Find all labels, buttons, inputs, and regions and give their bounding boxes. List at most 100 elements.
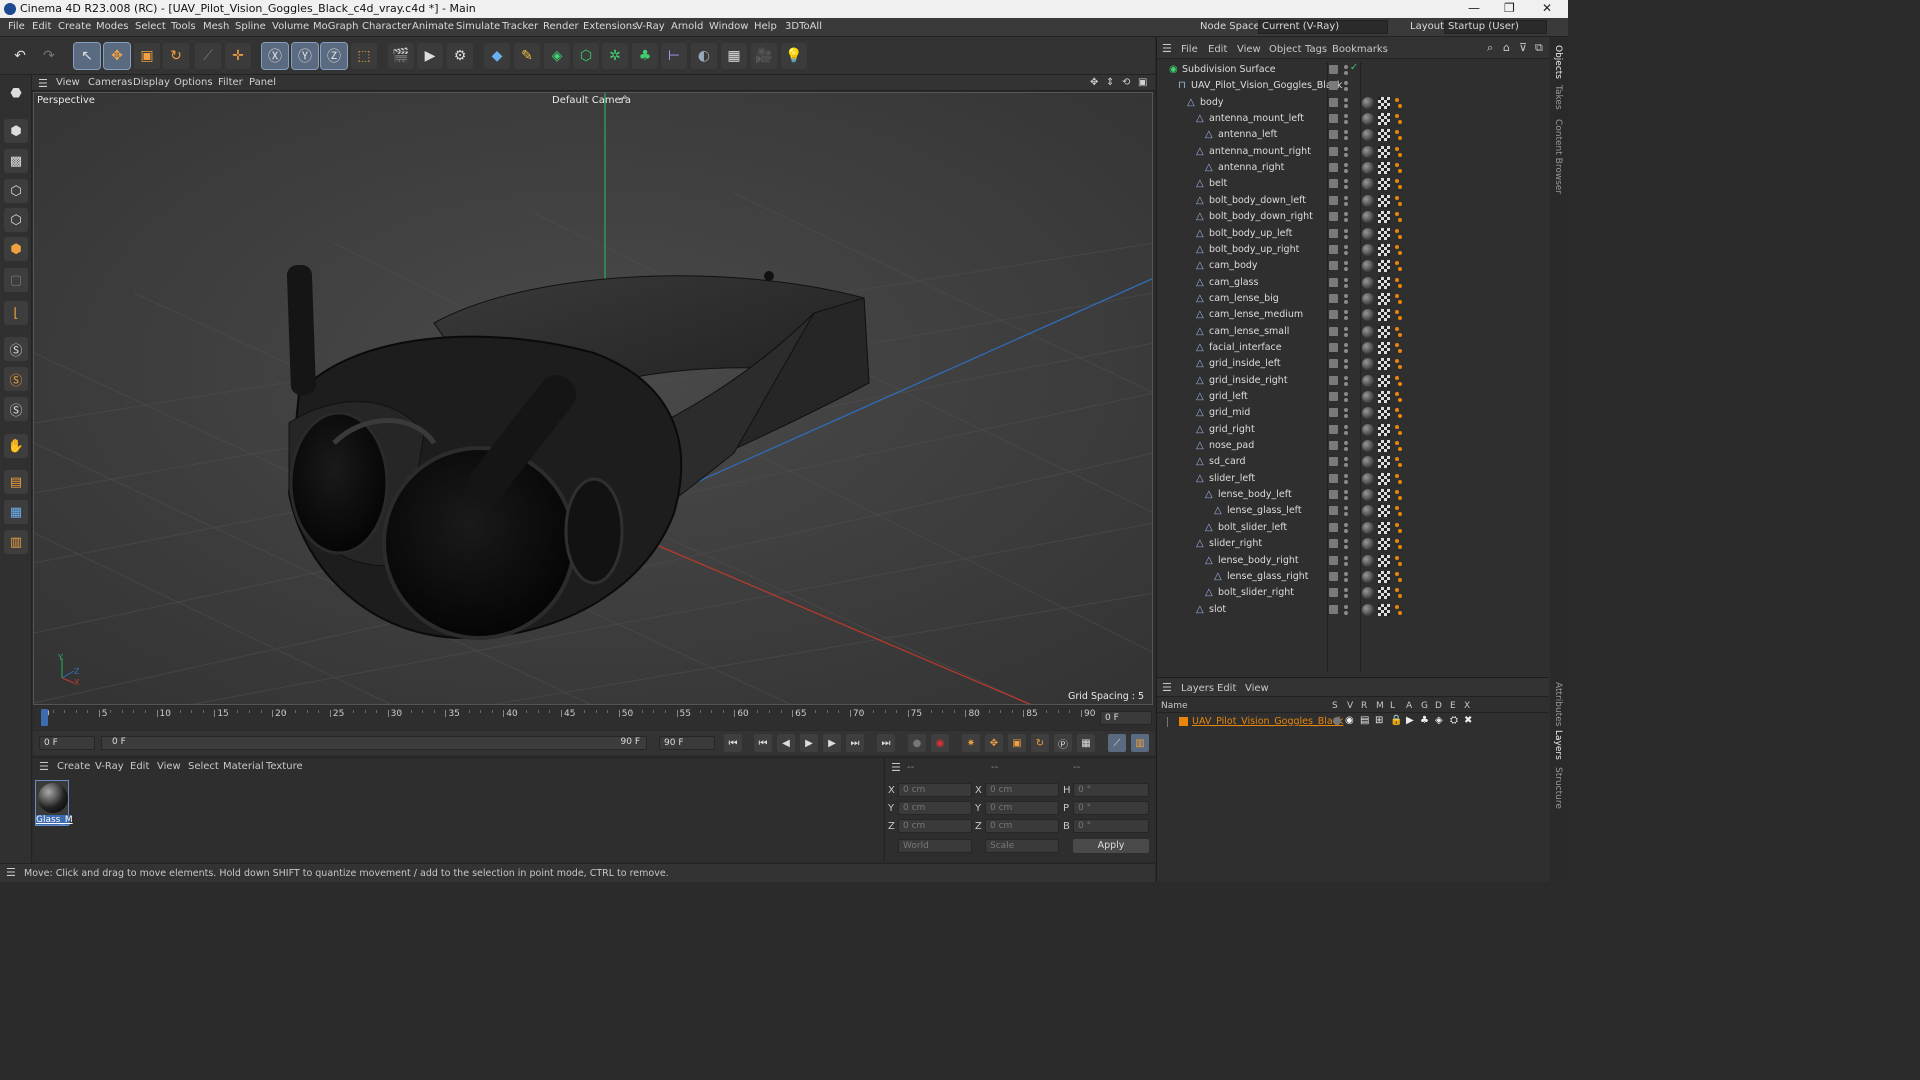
- object-name[interactable]: grid_right: [1209, 424, 1255, 435]
- mat-menu-view[interactable]: View: [157, 761, 181, 772]
- object-name[interactable]: slot: [1209, 604, 1226, 615]
- object-name[interactable]: cam_lense_small: [1209, 326, 1289, 337]
- side-tab-takes[interactable]: Takes: [1553, 85, 1563, 110]
- object-name[interactable]: antenna_right: [1218, 162, 1284, 173]
- phong-tag-icon[interactable]: [1395, 375, 1403, 387]
- texture-tag-icon[interactable]: [1378, 162, 1390, 175]
- material-tag-icon[interactable]: [1362, 341, 1374, 354]
- phong-tag-icon[interactable]: [1395, 604, 1403, 616]
- move-tool-icon[interactable]: ✥: [103, 42, 131, 70]
- object-name[interactable]: lense_body_right: [1218, 555, 1299, 566]
- object-name[interactable]: lense_glass_left: [1227, 505, 1302, 516]
- model-mode-icon[interactable]: ⬢: [4, 119, 28, 143]
- prev-frame-icon[interactable]: ◀: [777, 734, 795, 752]
- mat-menu-create[interactable]: Create: [57, 761, 90, 772]
- node-space-dropdown[interactable]: Current (V-Ray): [1258, 20, 1388, 34]
- layer-indicator[interactable]: [1329, 228, 1338, 238]
- layer-indicator[interactable]: [1329, 342, 1338, 352]
- object-row[interactable]: △ bolt_body_down_left: [1157, 193, 1549, 209]
- status-hamburger-icon[interactable]: ☰: [6, 866, 16, 879]
- texture-tag-icon[interactable]: [1378, 243, 1390, 256]
- layer-indicator[interactable]: [1329, 506, 1338, 516]
- object-row[interactable]: △ antenna_mount_left: [1157, 111, 1549, 127]
- visibility-dots-icon[interactable]: [1344, 228, 1348, 240]
- object-row[interactable]: △ cam_glass: [1157, 275, 1549, 291]
- keyframe-selection-icon[interactable]: ✷: [962, 734, 980, 752]
- deformer-icon[interactable]: ♣: [632, 43, 658, 69]
- object-row[interactable]: △ sd_card: [1157, 454, 1549, 470]
- viewport-pan-icon[interactable]: ✥: [1090, 77, 1098, 88]
- render-view-icon[interactable]: ▶: [417, 43, 443, 69]
- phong-tag-icon[interactable]: [1395, 228, 1403, 240]
- material-tag-icon[interactable]: [1362, 129, 1374, 142]
- layout-dropdown[interactable]: Startup (User): [1444, 20, 1547, 34]
- material-tag-icon[interactable]: [1362, 407, 1374, 420]
- mograph-cloner-icon[interactable]: ✲: [602, 43, 628, 69]
- mat-menu-select[interactable]: Select: [188, 761, 219, 772]
- grid-view-icon[interactable]: ▦: [4, 500, 28, 524]
- coord-x-field[interactable]: 0 cm: [898, 783, 972, 797]
- texture-tag-icon[interactable]: [1378, 211, 1390, 224]
- layer-indicator[interactable]: [1329, 424, 1338, 434]
- texture-tag-icon[interactable]: [1378, 113, 1390, 126]
- phong-tag-icon[interactable]: [1395, 391, 1403, 403]
- layer-indicator[interactable]: [1329, 555, 1338, 565]
- object-name[interactable]: lense_body_left: [1218, 489, 1292, 500]
- texture-tag-icon[interactable]: [1378, 96, 1390, 109]
- menu-edit[interactable]: Edit: [32, 21, 51, 32]
- object-name[interactable]: slider_right: [1209, 538, 1262, 549]
- layers-hamburger-icon[interactable]: ☰: [1162, 681, 1172, 694]
- side-tab-content-browser[interactable]: Content Browser: [1553, 119, 1563, 194]
- 3d-viewport[interactable]: Perspective Default Camera :° Grid Spaci…: [33, 92, 1153, 705]
- layer-indicator[interactable]: [1329, 473, 1338, 483]
- spline-pen-icon[interactable]: ✎: [514, 43, 540, 69]
- layer-indicator[interactable]: [1329, 310, 1338, 320]
- locked-workplane-icon[interactable]: ▥: [4, 530, 28, 554]
- menu-modes[interactable]: Modes: [96, 21, 128, 32]
- layer-indicator[interactable]: [1329, 97, 1338, 107]
- object-name[interactable]: cam_lense_medium: [1209, 309, 1303, 320]
- material-tag-icon[interactable]: [1362, 489, 1374, 502]
- layer-indicator[interactable]: [1329, 359, 1338, 369]
- mat-menu-edit[interactable]: Edit: [130, 761, 149, 772]
- material-tag-icon[interactable]: [1362, 211, 1374, 224]
- material-tag-icon[interactable]: [1362, 227, 1374, 240]
- material-tag-icon[interactable]: [1362, 113, 1374, 126]
- object-name[interactable]: bolt_body_down_left: [1209, 195, 1306, 206]
- maximize-button[interactable]: ❐: [1504, 1, 1515, 15]
- material-tag-icon[interactable]: [1362, 456, 1374, 469]
- material-tag-icon[interactable]: [1362, 374, 1374, 387]
- layer-indicator[interactable]: [1329, 293, 1338, 303]
- visibility-dots-icon[interactable]: [1344, 473, 1348, 485]
- layer-indicator[interactable]: [1329, 604, 1338, 614]
- object-row[interactable]: △ grid_inside_left: [1157, 356, 1549, 372]
- layer-generators-icon[interactable]: ♣: [1420, 715, 1429, 726]
- select-tool-icon[interactable]: ↖: [73, 42, 101, 70]
- object-row[interactable]: △ body: [1157, 95, 1549, 111]
- layer-indicator[interactable]: [1329, 179, 1338, 189]
- snap-settings-icon[interactable]: Ⓢ: [4, 367, 28, 391]
- object-row[interactable]: △ antenna_right: [1157, 160, 1549, 176]
- om-menu-edit[interactable]: Edit: [1208, 44, 1227, 55]
- layer-manager-icon[interactable]: ⊞: [1375, 715, 1383, 726]
- object-name[interactable]: belt: [1209, 178, 1227, 189]
- phong-tag-icon[interactable]: [1395, 293, 1403, 305]
- visibility-dots-icon[interactable]: [1344, 424, 1348, 436]
- redo-icon[interactable]: ↷: [36, 43, 62, 69]
- next-frame-icon[interactable]: ▶: [823, 734, 841, 752]
- menu-select[interactable]: Select: [135, 21, 166, 32]
- object-name[interactable]: bolt_body_up_right: [1209, 244, 1299, 255]
- object-name[interactable]: antenna_mount_left: [1209, 113, 1304, 124]
- layers-menu-edit[interactable]: Edit: [1217, 683, 1236, 694]
- transform-icon[interactable]: ⟋: [195, 43, 221, 69]
- light-icon[interactable]: 💡: [781, 43, 807, 69]
- menu-create[interactable]: Create: [58, 21, 91, 32]
- visibility-dots-icon[interactable]: [1344, 375, 1348, 387]
- object-row[interactable]: △ slider_right: [1157, 536, 1549, 552]
- layer-indicator[interactable]: [1329, 212, 1338, 222]
- material-tag-icon[interactable]: [1362, 243, 1374, 256]
- material-tag-icon[interactable]: [1362, 391, 1374, 403]
- visibility-dots-icon[interactable]: [1344, 195, 1348, 207]
- material-tag-icon[interactable]: [1362, 587, 1374, 600]
- size-x-field[interactable]: 0 cm: [985, 783, 1059, 797]
